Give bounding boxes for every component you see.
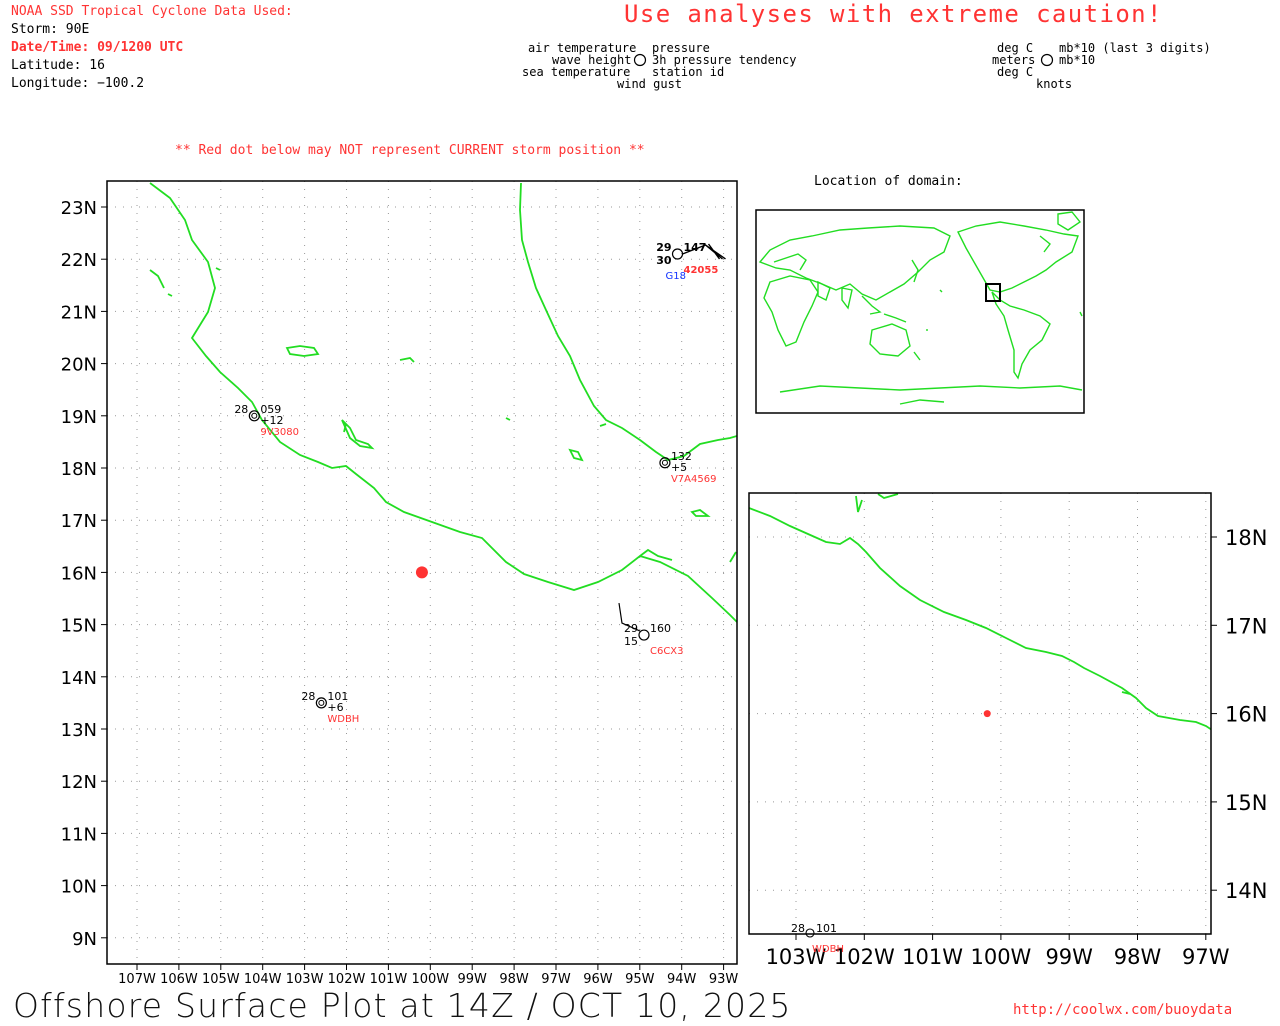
main-lon-labels: 107W 106W 105W 104W 103W 102W 101W 100W 99W 98W 97… xyxy=(118,964,738,987)
zoom-station-circle xyxy=(805,928,815,938)
inset-frame xyxy=(755,209,1085,414)
zoom-station-pressure: 101 xyxy=(816,922,837,935)
main-lon-label: 103W xyxy=(286,972,324,987)
zoom-lat-label: 18N xyxy=(1225,526,1267,550)
zoom-lat-label: 17N xyxy=(1225,614,1267,638)
main-lat-label: 19N xyxy=(61,407,97,428)
storm-position-dot[interactable] xyxy=(415,566,428,579)
main-lon-label: 100W xyxy=(411,972,449,987)
zoom-lon-label: 97W xyxy=(1182,945,1230,969)
station-inner-circle xyxy=(251,412,258,419)
station-circle xyxy=(671,248,684,260)
station-wdbh[interactable]: 28 101+6WDBH xyxy=(301,690,359,725)
zoom-lon-label: 101W xyxy=(902,945,963,969)
station-circle xyxy=(659,457,671,469)
legend-station-circle xyxy=(633,53,647,67)
inset-world-map xyxy=(755,209,1085,414)
main-lat-label: 23N xyxy=(61,198,97,219)
main-lat-label: 10N xyxy=(61,877,97,898)
main-lon-label: 104W xyxy=(244,972,282,987)
station-42055[interactable]: 293014742055G18 xyxy=(656,241,726,282)
station-tendency: +6 xyxy=(327,701,343,714)
main-map[interactable]: 23N 22N 21N 20N 19N 18N 17N 16N 15N 14N 13N 12N 11N 1… xyxy=(61,180,739,987)
zoom-map[interactable]: 18N17N16N15N14N 103W 102W 101W 100W 99W 98W 97… xyxy=(748,492,1267,969)
station-id: WDBH xyxy=(327,714,359,725)
zoom-lat-label: 16N xyxy=(1225,703,1267,727)
footer-url[interactable]: http://coolwx.com/buoydata xyxy=(1013,1002,1232,1018)
station-v7a4569[interactable]: 132+5V7A4569 xyxy=(659,450,717,485)
main-lat-label: 11N xyxy=(61,824,97,845)
main-lat-label: 15N xyxy=(61,616,97,637)
station-pressure: 160 xyxy=(650,622,671,635)
main-lat-label: 17N xyxy=(61,511,97,532)
zoom-lon-label: 99W xyxy=(1045,945,1093,969)
main-lon-label: 97W xyxy=(541,972,571,987)
station-air-temp: 29 xyxy=(656,241,671,254)
station-c6cx3[interactable]: 2915 160 C6CX3 xyxy=(618,602,684,657)
station-id: 42055 xyxy=(684,265,719,276)
zoom-station-id: WDBH xyxy=(812,944,844,955)
main-lon-label: 99W xyxy=(457,972,487,987)
zoom-coastlines xyxy=(749,493,1211,731)
station-air-temp: 28 xyxy=(234,403,248,416)
station-air-temp: 28 xyxy=(301,690,315,703)
zoom-lat-labels: 18N 17N 16N 15N 14N xyxy=(1211,526,1267,903)
station-inner-circle xyxy=(661,459,668,466)
main-lat-label: 20N xyxy=(61,355,97,376)
main-lat-labels: 23N 22N 21N 20N 19N 18N 17N 16N 15N 14N 13N 12N 11N 1… xyxy=(61,198,107,950)
zoom-grid xyxy=(749,493,1211,934)
station-circle xyxy=(248,410,260,422)
main-lon-label: 96W xyxy=(583,972,613,987)
main-lat-label: 9N xyxy=(72,929,97,950)
main-lon-label: 102W xyxy=(328,972,366,987)
main-lat-label: 18N xyxy=(61,459,97,480)
main-lon-label: 105W xyxy=(202,972,240,987)
legend-unit-circle xyxy=(1040,53,1054,67)
station-sea-temp: 30 xyxy=(656,254,672,267)
zoom-lat-label: 14N xyxy=(1225,879,1267,903)
main-lon-label: 106W xyxy=(160,972,198,987)
map-canvas: 23N 22N 21N 20N 19N 18N 17N 16N 15N 14N 13N 12N 11N 1… xyxy=(61,53,1267,987)
station-9v3080[interactable]: 28 059+129V3080 xyxy=(234,403,299,438)
main-stations: 293014742055G18 28 059+129V3080 132+5V7A456… xyxy=(234,241,726,725)
main-lon-label: 107W xyxy=(118,972,156,987)
main-lat-label: 21N xyxy=(61,302,97,323)
main-lat-label: 22N xyxy=(61,250,97,271)
station-id: C6CX3 xyxy=(650,646,684,657)
main-lon-label: 101W xyxy=(370,972,408,987)
footer-title: Offshore Surface Plot at 14Z / OCT 10, 2… xyxy=(13,986,792,1025)
station-circle xyxy=(315,697,327,709)
station-id: V7A4569 xyxy=(671,474,717,485)
zoom-lat-label: 15N xyxy=(1225,791,1267,815)
station-air-temp: 29 xyxy=(624,622,638,635)
zoom-lon-label: 98W xyxy=(1114,945,1162,969)
station-wind-gust: G18 xyxy=(666,271,686,282)
station-id: 9V3080 xyxy=(260,427,299,438)
zoom-lon-label: 100W xyxy=(970,945,1031,969)
zoom-station-air-temp: 28 xyxy=(791,922,805,935)
main-lat-label: 12N xyxy=(61,772,97,793)
main-lon-label: 94W xyxy=(667,972,697,987)
station-circle xyxy=(638,629,650,641)
main-lat-label: 16N xyxy=(61,563,97,584)
station-inner-circle xyxy=(318,699,325,706)
zoom-storm-position-dot[interactable] xyxy=(983,710,991,718)
main-lat-label: 13N xyxy=(61,720,97,741)
main-lat-label: 14N xyxy=(61,668,97,689)
station-sea-temp: 15 xyxy=(624,635,638,648)
station-tendency: +5 xyxy=(671,461,687,474)
main-lon-label: 93W xyxy=(709,972,739,987)
station-tendency: +12 xyxy=(260,414,283,427)
main-lon-label: 95W xyxy=(625,972,655,987)
main-lon-label: 98W xyxy=(499,972,529,987)
